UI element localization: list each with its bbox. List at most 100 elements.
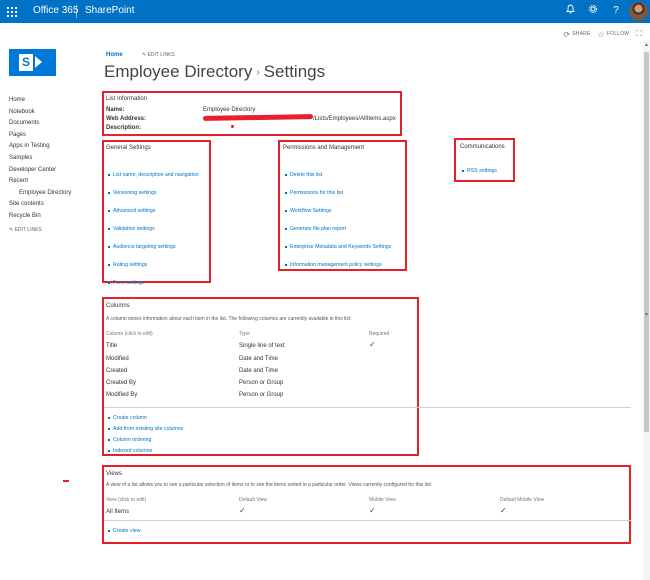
web-address-value: /Lists/Employees/AllItems.aspx: [313, 116, 396, 122]
column-modified-link[interactable]: Modified: [106, 356, 129, 362]
nav-item-employee-directory[interactable]: Employee Directory: [9, 188, 89, 200]
general-settings-heading: General Settings: [106, 145, 151, 151]
logo-arrow-icon: [35, 56, 42, 68]
nav-item-site-contents[interactable]: Site contents: [9, 199, 89, 211]
share-label: SHARE: [572, 31, 591, 37]
suite-bar: Office 365 SharePoint ?: [0, 0, 650, 23]
scroll-up-arrow-icon[interactable]: ▲: [644, 42, 649, 48]
follow-label: FOLLOW: [606, 31, 630, 37]
bullet: [285, 210, 287, 212]
columns-heading: Columns: [106, 303, 130, 309]
breadcrumb-home[interactable]: Home: [106, 52, 123, 58]
nav-item-home[interactable]: Home: [9, 95, 89, 107]
page-action-bar: ⟳ SHARE ☆ FOLLOW ⛶: [563, 28, 642, 40]
checkmark-icon: ✓: [369, 340, 376, 349]
bullet: [462, 170, 464, 172]
follow-button[interactable]: ☆ FOLLOW: [597, 30, 629, 39]
link-generate-file-plan-report[interactable]: Generate file plan report: [285, 220, 391, 238]
nav-item-apps-in-testing[interactable]: Apps in Testing: [9, 141, 89, 153]
link-delete-this-list[interactable]: Delete this list: [285, 166, 391, 184]
link-information-management-policy[interactable]: Information management policy settings: [285, 256, 391, 274]
column-title-link[interactable]: Title: [106, 343, 117, 349]
link-workflow-settings[interactable]: Workflow Settings: [285, 202, 391, 220]
link-enterprise-metadata-keywords[interactable]: Enterprise Metadata and Keywords Setting…: [285, 238, 391, 256]
pencil-icon: ✎: [142, 52, 147, 58]
view-header-name: View (click to edit): [106, 497, 147, 503]
column-header-type: Type: [239, 331, 250, 337]
gear-icon[interactable]: [586, 4, 600, 18]
bullet: [108, 246, 110, 248]
column-modified-by-link[interactable]: Modified By: [106, 392, 137, 398]
bullet: [108, 438, 110, 441]
bullet: [108, 449, 110, 452]
scroll-down-arrow-icon[interactable]: ▼: [644, 312, 649, 318]
link-advanced-settings[interactable]: Advanced settings: [108, 202, 199, 220]
share-button[interactable]: ⟳ SHARE: [563, 30, 590, 39]
link-create-view[interactable]: Create view: [108, 525, 140, 536]
link-list-name-description[interactable]: List name, description and navigation: [108, 166, 199, 184]
nav-item-documents[interactable]: Documents: [9, 118, 89, 130]
app-launcher-icon[interactable]: [0, 0, 23, 23]
columns-divider: [104, 407, 631, 408]
link-versioning-settings[interactable]: Versioning settings: [108, 184, 199, 202]
checkmark-icon: ✓: [500, 506, 507, 515]
link-audience-targeting-settings[interactable]: Audience targeting settings: [108, 238, 199, 256]
link-indexed-columns[interactable]: Indexed columns: [108, 445, 183, 456]
permissions-management-links: Delete this list Permissions for this li…: [285, 166, 391, 274]
suite-divider: [76, 5, 77, 18]
bullet: [108, 228, 110, 230]
redaction-dot: [231, 125, 234, 128]
column-title-type: Single line of text: [239, 343, 285, 349]
permissions-management-heading: Permissions and Management: [283, 145, 365, 151]
views-links: Create view: [108, 525, 140, 536]
scrollbar-thumb[interactable]: [644, 52, 649, 432]
sharepoint-logo[interactable]: S: [9, 49, 56, 76]
annotation-mark: [63, 480, 69, 482]
bullet: [108, 192, 110, 194]
help-icon[interactable]: ?: [609, 4, 623, 18]
column-created-by-type: Person or Group: [239, 380, 284, 386]
view-all-items-link[interactable]: All Items: [106, 509, 129, 515]
views-heading: Views: [106, 471, 122, 477]
edit-links-top[interactable]: ✎ EDIT LINKS: [142, 52, 175, 58]
nav-item-recycle-bin[interactable]: Recycle Bin: [9, 211, 89, 223]
focus-icon: ⛶: [636, 29, 642, 38]
edit-links-nav-label: EDIT LINKS: [14, 226, 42, 233]
link-create-column[interactable]: Create column: [108, 412, 183, 423]
office365-link[interactable]: Office 365: [33, 5, 78, 16]
communications-links: RSS settings: [462, 166, 497, 176]
star-icon: ☆: [597, 29, 605, 39]
link-permissions-for-this-list[interactable]: Permissions for this list: [285, 184, 391, 202]
link-validation-settings[interactable]: Validation settings: [108, 220, 199, 238]
columns-links: Create column Add from existing site col…: [108, 412, 183, 456]
column-modified-by-type: Person or Group: [239, 392, 284, 398]
edit-links-nav[interactable]: ✎ EDIT LINKS: [9, 227, 89, 233]
nav-item-recent: Recent: [9, 178, 29, 185]
nav-item-developer-center[interactable]: Developer Center: [9, 165, 89, 177]
pencil-icon: ✎: [9, 226, 14, 233]
link-rating-settings[interactable]: Rating settings: [108, 256, 199, 274]
column-created-link[interactable]: Created: [106, 368, 127, 374]
title-page: Settings: [263, 62, 326, 81]
column-created-by-link[interactable]: Created By: [106, 380, 136, 386]
list-information-heading: List Information: [106, 96, 148, 102]
description-label: Description:: [106, 125, 142, 131]
name-label: Name:: [106, 107, 125, 113]
bullet: [108, 282, 110, 284]
views-divider: [104, 520, 631, 521]
nav-item-pages[interactable]: Pages: [9, 130, 89, 142]
title-list-name[interactable]: Employee Directory: [104, 62, 252, 81]
nav-item-samples[interactable]: Samples: [9, 153, 89, 165]
link-form-settings[interactable]: Form settings: [108, 274, 199, 292]
sharepoint-link[interactable]: SharePoint: [85, 5, 134, 16]
link-rss-settings[interactable]: RSS settings: [462, 166, 497, 176]
link-add-from-existing-site-columns[interactable]: Add from existing site columns: [108, 423, 183, 434]
bullet: [285, 246, 287, 248]
bullet: [108, 174, 110, 176]
bullet: [108, 264, 110, 266]
bell-icon[interactable]: [563, 4, 577, 18]
avatar[interactable]: [629, 2, 648, 21]
nav-item-notebook[interactable]: Notebook: [9, 107, 89, 119]
link-column-ordering[interactable]: Column ordering: [108, 434, 183, 445]
focus-button[interactable]: ⛶: [636, 29, 642, 39]
